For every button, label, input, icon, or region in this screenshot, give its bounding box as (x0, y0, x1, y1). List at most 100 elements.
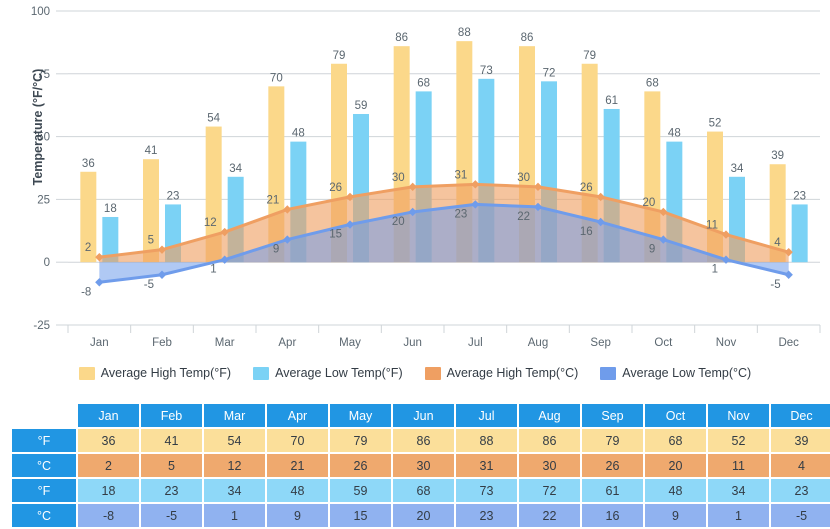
label-low-c: 22 (517, 211, 530, 223)
label-low-f: 59 (355, 100, 368, 112)
table-cell: 39 (771, 429, 830, 452)
label-high-c: 31 (455, 169, 468, 181)
table-cell: 61 (582, 479, 643, 502)
label-high-f: 52 (709, 118, 722, 130)
table-cell: 26 (330, 454, 391, 477)
table-row: °C 2 5 12 21 26 30 31 30 26 20 11 4 (12, 454, 830, 477)
table-cell: 52 (708, 429, 769, 452)
table-cell: 30 (393, 454, 454, 477)
x-axis: Jan Feb Mar Apr May Jun Jul Aug Sep Oct Nov Dec (67, 324, 821, 349)
x-axis-tick-label: Jul (468, 337, 483, 349)
table-cell: 16 (582, 504, 643, 527)
table-cell: 23 (771, 479, 830, 502)
table-cell: 34 (204, 479, 265, 502)
label-low-f: 23 (793, 190, 806, 202)
x-axis-tick-label: May (339, 337, 361, 349)
table-cell: 20 (645, 454, 706, 477)
table-cell: 36 (78, 429, 139, 452)
table-unit-header: °C (12, 454, 76, 477)
temperature-chart: 100 75 50 25 0 -25 36 18 2 -8 41 23 5 -5 54 34 12 1 70 48 21… (0, 0, 830, 400)
label-low-c: 20 (392, 216, 405, 228)
chart-legend: Average High Temp(°F) Average Low Temp(°F… (0, 366, 830, 380)
table-month-header: Apr (267, 404, 328, 427)
table-header-row: Jan Feb Mar Apr May Jun Jul Aug Sep Oct Nov Dec (12, 404, 830, 427)
legend-item[interactable]: Average Low Temp(°C) (600, 366, 751, 380)
table-month-header: Jun (393, 404, 454, 427)
table-corner-cell (12, 404, 76, 427)
table-cell: 23 (456, 504, 517, 527)
table-cell: 79 (582, 429, 643, 452)
table-cell: 2 (78, 454, 139, 477)
bar-low-f[interactable] (791, 204, 808, 263)
x-axis-tick-label: Jun (403, 337, 422, 349)
label-high-f: 86 (395, 32, 408, 44)
x-axis-tick-label: Mar (215, 337, 235, 349)
table-cell: 70 (267, 429, 328, 452)
table-month-header: Jul (456, 404, 517, 427)
x-axis-tick-label: Dec (778, 337, 799, 349)
table-cell: 34 (708, 479, 769, 502)
legend-item[interactable]: Average High Temp(°F) (78, 366, 231, 380)
label-low-c: -5 (144, 279, 154, 291)
table-cell: 1 (708, 504, 769, 527)
label-low-f: 48 (292, 128, 305, 140)
label-low-c: 16 (580, 226, 593, 238)
label-high-c: 5 (148, 235, 154, 247)
x-axis-tick-label: Sep (590, 337, 610, 349)
label-low-c: 1 (712, 264, 718, 276)
label-low-f: 18 (104, 203, 117, 215)
label-low-c: 9 (273, 244, 279, 256)
label-high-f: 39 (771, 150, 784, 162)
label-high-f: 88 (458, 27, 471, 39)
label-low-c: -8 (81, 286, 91, 298)
table-cell: 15 (330, 504, 391, 527)
table-cell: 11 (708, 454, 769, 477)
table-cell: -5 (771, 504, 830, 527)
table-cell: 12 (204, 454, 265, 477)
table-cell: 9 (267, 504, 328, 527)
table-cell: 20 (393, 504, 454, 527)
label-high-c: 12 (204, 217, 217, 229)
label-high-c: 4 (774, 237, 781, 249)
label-high-f: 70 (270, 72, 283, 84)
legend-item[interactable]: Average High Temp(°C) (424, 366, 578, 380)
table-cell: 86 (519, 429, 580, 452)
table-body: °F 36 41 54 70 79 86 88 86 79 68 52 39 °C 2 5 12 21 26 30 31… (12, 429, 830, 527)
label-high-c: 11 (706, 220, 718, 232)
label-high-f: 79 (333, 50, 346, 62)
legend-label: Average Low Temp(°F) (275, 366, 403, 380)
table-month-header: Dec (771, 404, 830, 427)
table-cell: -8 (78, 504, 139, 527)
label-high-c: 26 (580, 182, 593, 194)
y-axis-tick-label: 0 (44, 257, 50, 269)
label-high-f: 86 (521, 32, 534, 44)
table-month-header: Oct (645, 404, 706, 427)
label-low-f: 34 (229, 163, 242, 175)
x-axis-tick-label: Apr (278, 337, 296, 349)
table-cell: 1 (204, 504, 265, 527)
table-row: °C -8 -5 1 9 15 20 23 22 16 9 1 -5 (12, 504, 830, 527)
label-low-f: 68 (417, 77, 430, 89)
table-cell: 31 (456, 454, 517, 477)
table-row: °F 18 23 34 48 59 68 73 72 61 48 34 23 (12, 479, 830, 502)
bar-high-f[interactable] (143, 159, 159, 263)
x-axis-tick-label: Jan (90, 337, 109, 349)
label-high-c: 30 (517, 172, 530, 184)
x-axis-tick-label: Nov (716, 337, 737, 349)
label-high-f: 36 (82, 158, 95, 170)
table-cell: 4 (771, 454, 830, 477)
table-cell: 26 (582, 454, 643, 477)
table-cell: 68 (393, 479, 454, 502)
x-axis-tick-label: Aug (528, 337, 548, 349)
label-high-c: 21 (267, 194, 280, 206)
table-month-header: Sep (582, 404, 643, 427)
table-cell: 72 (519, 479, 580, 502)
table-month-header: Mar (204, 404, 265, 427)
table-month-header: May (330, 404, 391, 427)
legend-item[interactable]: Average Low Temp(°F) (253, 366, 403, 380)
table-cell: 68 (645, 429, 706, 452)
table-cell: 21 (267, 454, 328, 477)
weather-chart-page: 100 75 50 25 0 -25 36 18 2 -8 41 23 5 -5 54 34 12 1 70 48 21… (0, 0, 830, 529)
label-high-c: 2 (85, 242, 91, 254)
label-low-c: 23 (455, 208, 468, 220)
